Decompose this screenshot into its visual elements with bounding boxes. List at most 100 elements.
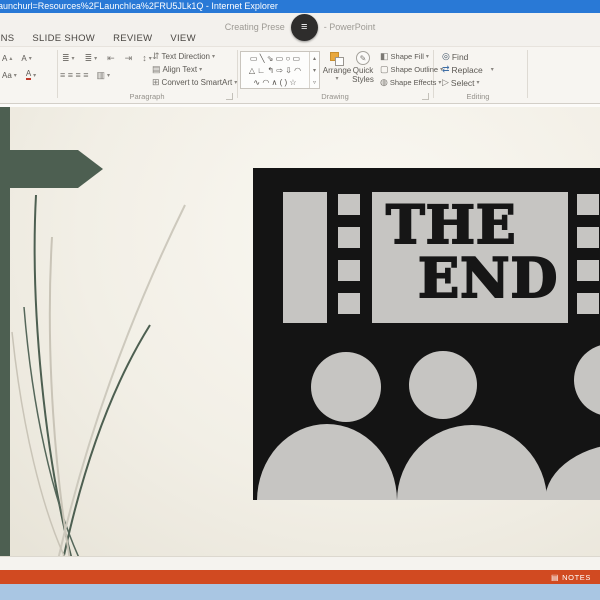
sprocket-hole xyxy=(577,227,599,248)
tab-review[interactable]: REVIEW xyxy=(113,33,152,47)
slide-bottom-margin xyxy=(0,556,600,570)
sprocket-hole xyxy=(338,194,360,215)
clipart-text-the: THE xyxy=(385,195,517,256)
shape-effects-button[interactable]: ◍ Shape Effects ▾ xyxy=(378,76,441,89)
sprocket-hole xyxy=(577,260,599,281)
columns-icon: ▥ xyxy=(96,69,106,80)
convert-smartart-button[interactable]: ⊞ Convert to SmartArt ▾ xyxy=(150,76,237,89)
select-button[interactable]: ▷ Select ▾ xyxy=(440,76,520,89)
sprocket-hole xyxy=(577,194,599,215)
audience-head xyxy=(409,351,477,419)
tab-animations[interactable]: ANIMATIONS xyxy=(0,33,14,47)
line-spacing-icon: ↕ xyxy=(142,53,147,63)
decrease-indent-button[interactable]: ⇤ xyxy=(105,52,117,65)
numbering-button[interactable]: ≣ ▾ xyxy=(83,52,100,65)
bullets-button[interactable]: ≣ ▾ xyxy=(60,52,77,65)
ribbon-tabs: ANIMATIONS SLIDE SHOW REVIEW VIEW xyxy=(0,33,196,47)
group-divider xyxy=(57,50,58,98)
numbering-icon: ≣ xyxy=(84,52,93,63)
shapes-gallery[interactable]: ▭ ╲ ⇘ ▭ ○ ▭ △ ∟ ↰ ⇨ ⇩ ◠ ∿ ◠ ∧ ( ) ☆ ▴ ▾ … xyxy=(240,51,320,89)
desktop-background-strip xyxy=(0,584,600,600)
audience-body xyxy=(397,425,547,500)
document-title-right: - PowerPoint xyxy=(323,22,376,32)
notes-button[interactable]: NOTES xyxy=(562,573,591,582)
bullets-icon: ≣ xyxy=(62,52,70,63)
increase-indent-button[interactable]: ⇥ xyxy=(123,52,135,65)
browser-title-text: aunchurl=Resources%2FLaunchIca%2FRU5JLk1… xyxy=(0,1,278,11)
find-icon: ◎ xyxy=(442,51,450,61)
grow-font-button[interactable]: A ▴ xyxy=(0,53,14,64)
grass-blade xyxy=(11,331,66,556)
notes-icon: ▤ xyxy=(550,572,560,582)
shapes-row[interactable]: ▭ ╲ ⇘ ▭ ○ ▭ xyxy=(241,52,309,64)
align-text-icon: ▤ xyxy=(152,64,161,74)
text-direction-icon: ⇵ xyxy=(152,51,160,61)
sprocket-hole xyxy=(338,260,360,281)
movie-screen: THE END xyxy=(372,192,568,323)
application-window: aunchurl=Resources%2FLaunchIca%2FRU5JLk1… xyxy=(0,0,600,600)
tab-view[interactable]: VIEW xyxy=(170,33,195,47)
shapes-row[interactable]: ∿ ◠ ∧ ( ) ☆ xyxy=(241,76,309,88)
change-case-button[interactable]: Aa ▾ xyxy=(0,70,19,81)
the-end-clipart[interactable]: THE END xyxy=(253,168,600,500)
quick-styles-button[interactable]: ✎ Quick Styles xyxy=(350,50,376,84)
slide-canvas[interactable]: THE END xyxy=(0,107,600,556)
columns-button[interactable]: ▥ ▾ xyxy=(95,69,113,82)
smartart-icon: ⊞ xyxy=(152,77,160,87)
hamburger-icon: ≡ xyxy=(301,21,308,33)
editing-group-label: Editing xyxy=(466,92,490,101)
select-icon: ▷ xyxy=(442,77,449,87)
grass-blade xyxy=(33,194,73,556)
align-text-button[interactable]: ▤ Align Text ▾ xyxy=(150,63,236,76)
shape-outline-icon: ▢ xyxy=(380,64,389,74)
group-divider xyxy=(433,50,434,98)
paragraph-dialog-launcher[interactable] xyxy=(226,93,233,100)
replace-button[interactable]: ⇄ Replace ▾ xyxy=(440,63,520,76)
app-chrome: Creating Prese ≡ - PowerPoint ANIMATIONS… xyxy=(0,13,600,104)
tab-slide-show[interactable]: SLIDE SHOW xyxy=(32,33,95,47)
document-title-left: Creating Prese xyxy=(224,22,285,32)
text-direction-button[interactable]: ⇵ Text Direction ▾ xyxy=(150,50,236,63)
group-divider xyxy=(527,50,528,98)
scroll-down-icon: ▾ xyxy=(312,67,316,74)
align-buttons[interactable]: ≡ ≡ ≡ ≡ xyxy=(60,70,89,80)
audience-body xyxy=(545,443,600,500)
shape-outline-button[interactable]: ▢ Shape Outline ▾ xyxy=(378,63,443,76)
drawing-dialog-launcher[interactable] xyxy=(422,93,429,100)
group-divider xyxy=(237,50,238,98)
hamburger-menu-badge[interactable]: ≡ xyxy=(290,13,318,41)
shapes-row[interactable]: △ ∟ ↰ ⇨ ⇩ ◠ xyxy=(241,64,309,76)
shape-fill-icon: ◧ xyxy=(380,51,389,61)
paragraph-icons: ≣ ▾ ≣ ▾ ⇤ ⇥ ↕ ▾ ≡ ≡ ≡ ≡ ▥ ▾ xyxy=(60,51,152,82)
font-group: A ▴ A ▾ Aa ▾ A ▾ xyxy=(0,51,56,82)
clipart-text-end: END xyxy=(417,246,559,310)
increase-indent-icon: ⇥ xyxy=(124,52,133,63)
audience-head xyxy=(574,344,600,416)
arrange-button[interactable]: Arrange ▾ xyxy=(322,50,352,82)
shape-format-menu: ◧ Shape Fill ▾ ▢ Shape Outline ▾ ◍ Shape Effe… xyxy=(378,50,443,89)
audience-body xyxy=(257,424,397,500)
grass-blade xyxy=(62,324,151,556)
shrink-font-button[interactable]: A ▾ xyxy=(19,53,33,64)
scroll-up-icon: ▴ xyxy=(312,55,316,62)
replace-icon: ⇄ xyxy=(442,64,450,74)
shape-fill-button[interactable]: ◧ Shape Fill ▾ xyxy=(378,50,432,63)
browser-titlebar: aunchurl=Resources%2FLaunchIca%2FRU5JLk1… xyxy=(0,0,600,13)
drawing-group-label: Drawing xyxy=(321,92,349,101)
paragraph-group-label: Paragraph xyxy=(129,92,165,101)
paragraph-menu: ⇵ Text Direction ▾ ▤ Align Text ▾ ⊞ Convert t… xyxy=(150,50,237,89)
sprocket-hole xyxy=(577,293,599,314)
ribbon: A▴ A▾ Aa▾ A▾ ≣▾ ≣▾ ⇤ ⇥ ↕ ▾ ≡ ≡ ≡ ≡ xyxy=(0,46,600,104)
shape-effects-icon: ◍ xyxy=(380,77,388,87)
sprocket-hole xyxy=(338,293,360,314)
sprocket-hole xyxy=(338,227,360,248)
editing-group: ◎ Find ⇄ Replace ▾ ▷ Select ▾ xyxy=(440,50,520,89)
cross-horizontal-arm xyxy=(0,150,103,188)
font-color-button[interactable]: A ▾ xyxy=(24,69,38,81)
find-button[interactable]: ◎ Find xyxy=(440,50,520,63)
shapes-gallery-scrollbar[interactable]: ▴ ▾ ▿ xyxy=(309,52,319,88)
audience-head xyxy=(311,352,381,422)
scroll-more-icon: ▿ xyxy=(312,79,316,86)
status-bar: ▤ NOTES xyxy=(0,570,600,584)
quick-styles-icon: ✎ xyxy=(356,51,370,65)
